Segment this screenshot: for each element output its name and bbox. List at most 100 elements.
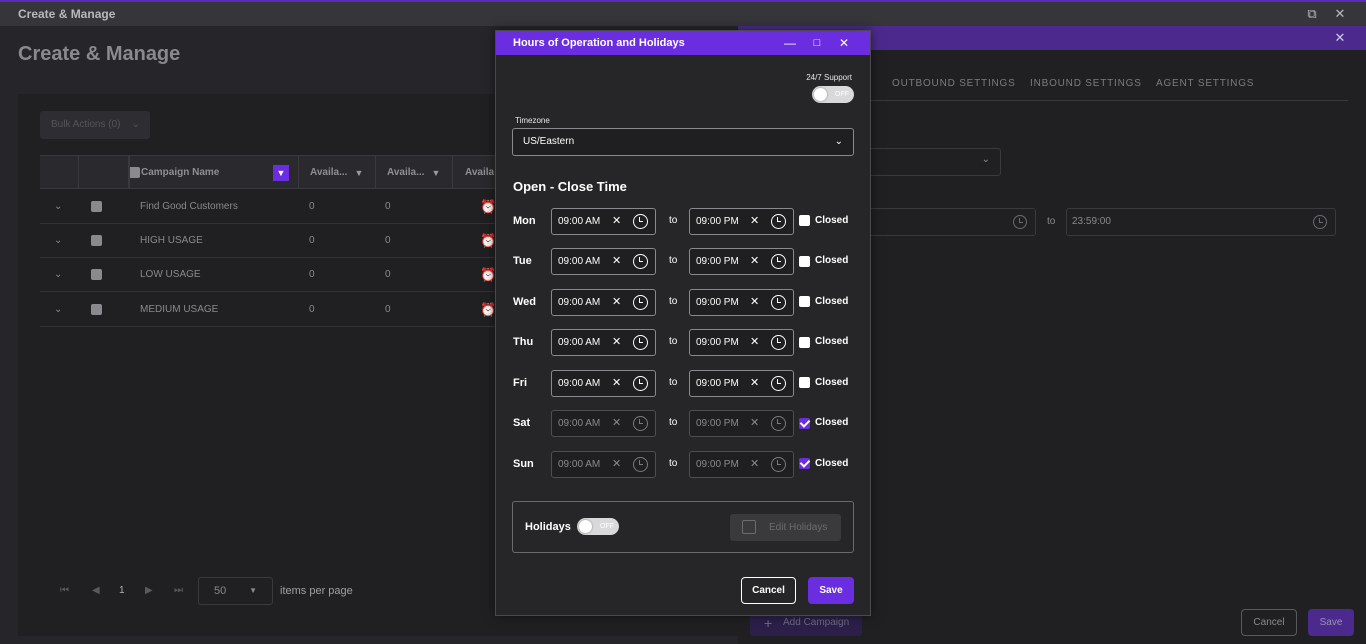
restore-icon[interactable]: ⧉ — [1304, 6, 1320, 22]
close-icon[interactable]: ✕ — [1332, 30, 1348, 46]
clock-icon[interactable] — [633, 416, 648, 431]
end-time-field[interactable]: 23:59:00 — [1066, 208, 1336, 236]
open-time-field[interactable]: 09:00 AM ✕ — [551, 329, 656, 356]
clock-icon[interactable] — [771, 376, 786, 391]
start-time-field[interactable] — [860, 208, 1036, 236]
clock-icon[interactable] — [633, 214, 648, 229]
alarm-clock-icon[interactable]: ⏰ — [480, 258, 496, 292]
filter-icon[interactable]: ▼ — [273, 165, 289, 181]
first-page-icon[interactable]: ⏮ — [60, 577, 69, 605]
save-button[interactable]: Save — [808, 577, 854, 604]
row-checkbox[interactable] — [91, 235, 102, 246]
clock-icon[interactable] — [633, 335, 648, 350]
clock-icon[interactable] — [633, 376, 648, 391]
clear-icon[interactable]: ✕ — [750, 330, 759, 355]
expand-icon[interactable]: ⌄ — [54, 190, 62, 224]
clock-icon[interactable] — [633, 254, 648, 269]
maximize-icon[interactable]: □ — [809, 35, 825, 51]
close-time-field[interactable]: 09:00 PM ✕ — [689, 289, 794, 316]
clock-icon[interactable] — [771, 295, 786, 310]
close-time-field[interactable]: 09:00 PM ✕ — [689, 370, 794, 397]
clear-icon[interactable]: ✕ — [750, 371, 759, 396]
closed-checkbox[interactable] — [799, 215, 810, 226]
clock-icon[interactable] — [633, 457, 648, 472]
clock-icon[interactable] — [633, 295, 648, 310]
closed-checkbox[interactable] — [799, 256, 810, 267]
expand-icon[interactable]: ⌄ — [54, 258, 62, 292]
clock-icon[interactable] — [1013, 215, 1027, 229]
tab-inbound-settings[interactable]: INBOUND SETTINGS — [1030, 78, 1142, 89]
clear-icon[interactable]: ✕ — [612, 249, 621, 274]
cancel-button[interactable]: Cancel — [1241, 609, 1297, 636]
per-page-select[interactable]: 50 ▼ — [198, 577, 273, 605]
expand-icon[interactable]: ⌄ — [54, 224, 62, 258]
open-time-value: 09:00 AM — [558, 256, 601, 267]
column-header-available-2[interactable]: Availa... ▼ — [376, 156, 453, 189]
tab-agent-settings[interactable]: AGENT SETTINGS — [1156, 78, 1254, 89]
current-page[interactable]: 1 — [119, 577, 125, 605]
clock-icon[interactable] — [771, 457, 786, 472]
row-checkbox[interactable] — [91, 269, 102, 280]
clock-icon[interactable] — [771, 416, 786, 431]
prev-page-icon[interactable]: ◀ — [92, 577, 100, 605]
column-header-available-1[interactable]: Availa... ▼ — [299, 156, 376, 189]
closed-checkbox[interactable] — [799, 418, 810, 429]
close-time-field[interactable]: 09:00 PM ✕ — [689, 451, 794, 478]
settings-select[interactable]: ⌄ — [860, 148, 1001, 176]
campaign-name-cell: LOW USAGE — [140, 269, 201, 280]
clock-icon[interactable] — [771, 335, 786, 350]
clear-icon[interactable]: ✕ — [750, 411, 759, 436]
expand-icon[interactable]: ⌄ — [54, 293, 62, 327]
filter-icon[interactable]: ▼ — [351, 165, 367, 181]
closed-checkbox[interactable] — [799, 458, 810, 469]
open-time-field[interactable]: 09:00 AM ✕ — [551, 289, 656, 316]
alarm-clock-icon[interactable]: ⏰ — [480, 190, 496, 224]
close-time-field[interactable]: 09:00 PM ✕ — [689, 248, 794, 275]
clear-icon[interactable]: ✕ — [612, 290, 621, 315]
clear-icon[interactable]: ✕ — [612, 371, 621, 396]
clear-icon[interactable]: ✕ — [750, 452, 759, 477]
timezone-select[interactable]: US/Eastern ⌄ — [512, 128, 854, 156]
clock-icon[interactable] — [771, 214, 786, 229]
clear-icon[interactable]: ✕ — [612, 411, 621, 436]
closed-checkbox[interactable] — [799, 296, 810, 307]
bulk-actions-button[interactable]: Bulk Actions (0) ⌄ — [40, 111, 150, 139]
save-button[interactable]: Save — [1308, 609, 1354, 636]
bulk-actions-label: Bulk Actions (0) — [51, 119, 121, 130]
clear-icon[interactable]: ✕ — [750, 249, 759, 274]
open-time-field[interactable]: 09:00 AM ✕ — [551, 410, 656, 437]
clear-icon[interactable]: ✕ — [750, 290, 759, 315]
holidays-toggle[interactable]: OFF — [577, 518, 619, 535]
alarm-clock-icon[interactable]: ⏰ — [480, 293, 496, 327]
clock-icon[interactable] — [1313, 215, 1327, 229]
close-time-field[interactable]: 09:00 PM ✕ — [689, 329, 794, 356]
close-icon[interactable]: ✕ — [836, 35, 852, 51]
filter-icon[interactable]: ▼ — [428, 165, 444, 181]
column-header-campaign-name[interactable]: Campaign Name ▼ — [129, 156, 299, 189]
clear-icon[interactable]: ✕ — [612, 209, 621, 234]
next-page-icon[interactable]: ▶ — [145, 577, 153, 605]
minimize-icon[interactable]: — — [782, 35, 798, 51]
row-checkbox[interactable] — [91, 201, 102, 212]
open-time-field[interactable]: 09:00 AM ✕ — [551, 451, 656, 478]
close-time-field[interactable]: 09:00 PM ✕ — [689, 208, 794, 235]
close-icon[interactable]: ✕ — [1332, 6, 1348, 22]
clock-icon[interactable] — [771, 254, 786, 269]
open-time-field[interactable]: 09:00 AM ✕ — [551, 248, 656, 275]
last-page-icon[interactable]: ⏭ — [174, 577, 183, 605]
support-toggle[interactable]: OFF — [812, 86, 854, 103]
tab-outbound-settings[interactable]: OUTBOUND SETTINGS — [892, 78, 1016, 89]
clear-icon[interactable]: ✕ — [750, 209, 759, 234]
close-time-field[interactable]: 09:00 PM ✕ — [689, 410, 794, 437]
alarm-clock-icon[interactable]: ⏰ — [480, 224, 496, 258]
closed-label: Closed — [815, 255, 849, 266]
clear-icon[interactable]: ✕ — [612, 452, 621, 477]
closed-checkbox[interactable] — [799, 337, 810, 348]
open-time-field[interactable]: 09:00 AM ✕ — [551, 370, 656, 397]
closed-checkbox[interactable] — [799, 377, 810, 388]
edit-holidays-button[interactable]: Edit Holidays — [730, 514, 841, 541]
clear-icon[interactable]: ✕ — [612, 330, 621, 355]
cancel-button[interactable]: Cancel — [741, 577, 796, 604]
open-time-field[interactable]: 09:00 AM ✕ — [551, 208, 656, 235]
row-checkbox[interactable] — [91, 304, 102, 315]
